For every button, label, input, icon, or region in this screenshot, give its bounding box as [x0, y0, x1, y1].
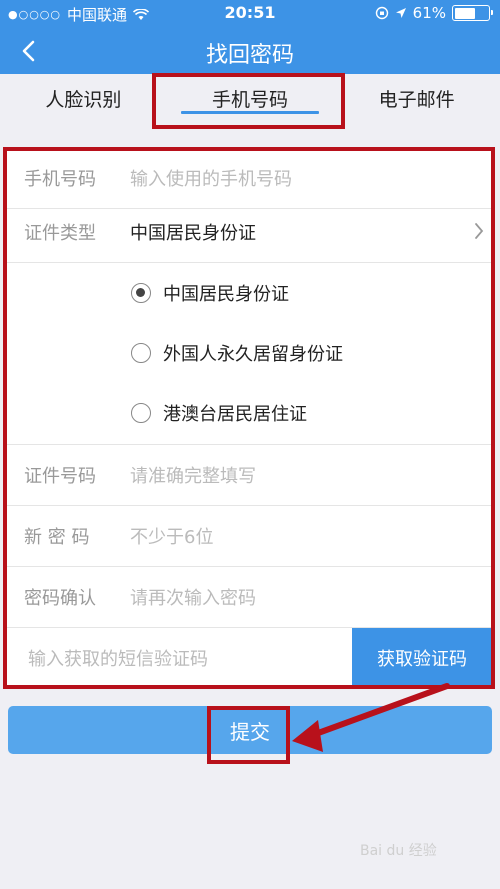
- nav-bar: 找回密码: [0, 28, 500, 74]
- tab-email[interactable]: 电子邮件: [333, 74, 500, 118]
- battery-icon: [452, 5, 493, 21]
- page-title: 找回密码: [205, 43, 294, 68]
- highlight-box-form: [3, 147, 495, 689]
- status-bar: ●○○○○ 中国联通 20:51 61%: [0, 0, 500, 28]
- watermark: Bai du 经验: [360, 840, 437, 860]
- watermark-text: Bai du 经验: [360, 843, 437, 859]
- highlight-box-submit: [207, 706, 290, 764]
- orientation-lock-icon: [375, 6, 388, 20]
- highlight-box-tab: [152, 73, 345, 129]
- tab-face-recognition[interactable]: 人脸识别: [0, 74, 167, 118]
- location-icon: [395, 8, 406, 18]
- battery-percent: 61%: [412, 4, 446, 22]
